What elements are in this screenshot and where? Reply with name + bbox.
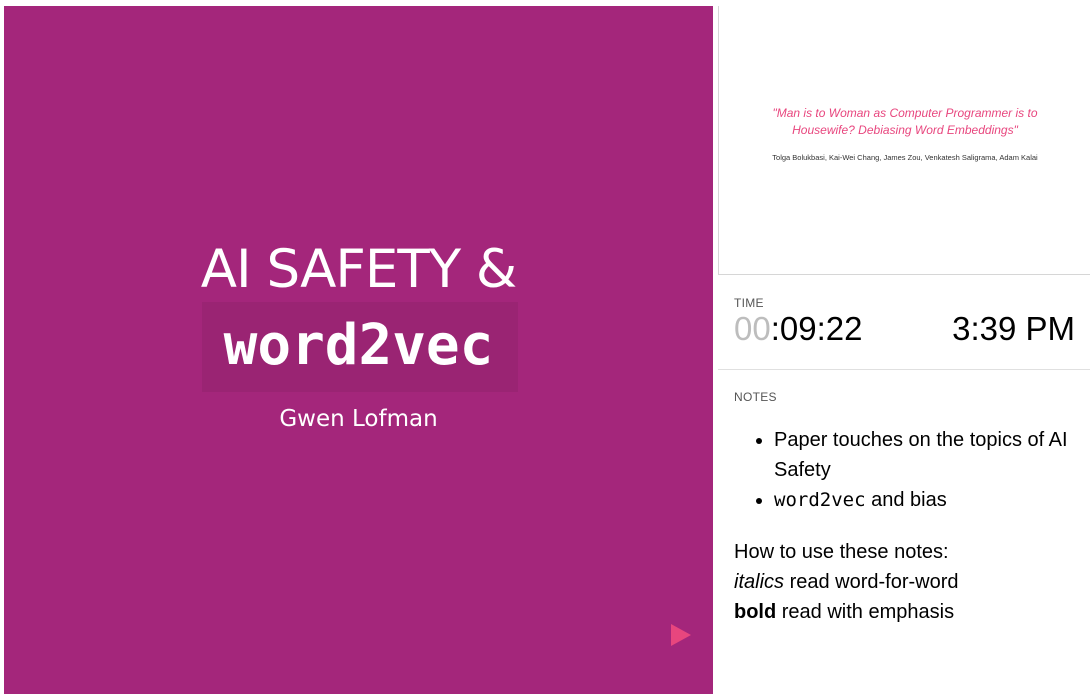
preview-paper-title: "Man is to Woman as Computer Programmer … (772, 106, 1038, 137)
next-slide-preview[interactable]: "Man is to Woman as Computer Programmer … (718, 6, 1090, 275)
play-triangle-icon (671, 624, 691, 646)
next-slide-button[interactable] (666, 620, 696, 650)
time-label: TIME (734, 296, 764, 310)
current-clock: 3:39 PM (952, 310, 1075, 347)
notes-label: NOTES (734, 390, 777, 404)
slide-code-title: word2vec (223, 313, 494, 378)
slide-author: Gwen Lofman (279, 406, 438, 432)
notes-bullet-list: Paper touches on the topics of AI Safety… (734, 425, 1090, 515)
elapsed-timer[interactable]: 00:09:22 (734, 310, 862, 348)
time-panel: TIME 00:09:22 3:39 PM (718, 276, 1090, 370)
preview-paper-authors: Tolga Bolukbasi, Kai-Wei Chang, James Zo… (772, 153, 1038, 162)
notes-howto: How to use these notes: italics read wor… (734, 541, 959, 623)
slide-title: AI SAFETY & (200, 239, 518, 300)
notes-bullet: word2vec and bias (774, 485, 1090, 515)
speaker-notes-panel: NOTES Paper touches on the topics of AI … (718, 370, 1090, 694)
current-slide: AI SAFETY & word2vec Gwen Lofman (4, 6, 713, 694)
notes-bullet: Paper touches on the topics of AI Safety (774, 425, 1090, 485)
